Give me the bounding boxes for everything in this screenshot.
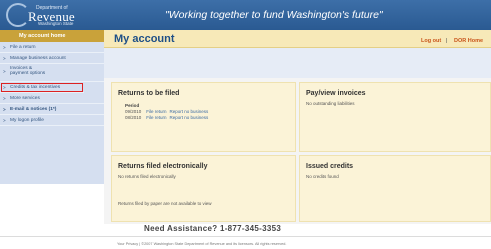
dor-home-link[interactable]: DOR Home <box>454 38 483 44</box>
sidebar-item-email-notices[interactable]: > E-mail & notices (1*) <box>0 104 104 115</box>
period-column-header: Period <box>125 103 140 108</box>
sidebar-item-manage-business[interactable]: > Manage business account <box>0 53 104 64</box>
chevron-right-icon: > <box>3 56 6 61</box>
sidebar-item-label: Manage business account <box>10 56 66 61</box>
page-titlebar: My account Log out | DOR Home <box>104 30 491 48</box>
chevron-right-icon: > <box>3 45 6 50</box>
report-no-business-link[interactable]: Report no business <box>170 115 209 120</box>
chevron-right-icon: > <box>3 118 6 123</box>
logo-swoosh-icon <box>6 3 30 27</box>
header-tagline: "Working together to fund Washington's f… <box>165 9 383 21</box>
panel-text: No credits found <box>306 174 339 179</box>
sidebar-item-label-line2: payment options <box>10 71 46 76</box>
dor-logo[interactable]: Department of Revenue Washington State <box>6 3 98 27</box>
panel-note: Returns filed by paper are not available… <box>118 201 212 206</box>
pay-view-invoices-panel: Pay/view invoices No outstanding liabili… <box>299 82 491 152</box>
panel-title: Issued credits <box>306 163 354 170</box>
report-no-business-link[interactable]: Report no business <box>170 109 209 114</box>
site-header: Department of Revenue Washington State "… <box>0 0 491 30</box>
sidebar-item-label: Credits & tax incentives <box>10 85 61 90</box>
panel-title: Returns to be filed <box>118 90 180 97</box>
link-separator: | <box>446 38 448 44</box>
sidebar-item-account-home[interactable]: My account home <box>0 30 104 42</box>
panel-text: No outstanding liabilities <box>306 101 355 106</box>
returns-filed-electronically-panel: Returns filed electronically No returns … <box>111 155 296 222</box>
returns-to-be-filed-panel: Returns to be filed Period 09/2010 File … <box>111 82 296 152</box>
sidebar-item-label: E-mail & notices (1*) <box>10 107 57 112</box>
return-period: 08/2010 <box>125 115 142 120</box>
return-row: 08/2010 File return Report no business <box>125 115 208 120</box>
sidebar-item-label: My logon profile <box>10 118 44 123</box>
issued-credits-panel: Issued credits No credits found <box>299 155 491 222</box>
panel-text: No returns filed electronically <box>118 174 176 179</box>
chevron-right-icon: > <box>3 96 6 101</box>
page-title: My account <box>114 33 175 45</box>
panel-title: Pay/view invoices <box>306 90 366 97</box>
sidebar-item-credits-incentives[interactable]: > Credits & tax incentives <box>0 82 84 93</box>
footer-divider <box>0 236 491 237</box>
return-period: 09/2010 <box>125 109 142 114</box>
sidebar-nav: My account home > File a return > Manage… <box>0 30 104 184</box>
assistance-phone: Need Assistance? 1-877-345-3353 <box>144 224 282 233</box>
chevron-right-icon: > <box>3 107 6 112</box>
sidebar-item-label: File a return <box>10 45 36 50</box>
logo-state-text: Washington State <box>38 21 74 26</box>
footer-text: Your Privacy | ©2007 Washington State De… <box>117 242 287 246</box>
file-return-link[interactable]: File return <box>146 115 168 120</box>
return-row: 09/2010 File return Report no business <box>125 109 208 114</box>
sidebar-item-file-return[interactable]: > File a return <box>0 42 104 53</box>
file-return-link[interactable]: File return <box>146 109 168 114</box>
sidebar-item-more-services[interactable]: > More services <box>0 93 104 104</box>
sidebar-item-label: More services <box>10 96 40 101</box>
logout-link[interactable]: Log out <box>421 38 441 44</box>
panel-title: Returns filed electronically <box>118 163 208 170</box>
chevron-right-icon: > <box>3 85 6 90</box>
chevron-right-icon: > <box>3 69 6 74</box>
info-banner <box>104 48 491 78</box>
sidebar-item-invoices[interactable]: > Invoices & payment options <box>0 64 104 82</box>
sidebar-item-logon-profile[interactable]: > My logon profile <box>0 115 104 126</box>
main-content: Returns to be filed Period 09/2010 File … <box>104 48 491 224</box>
